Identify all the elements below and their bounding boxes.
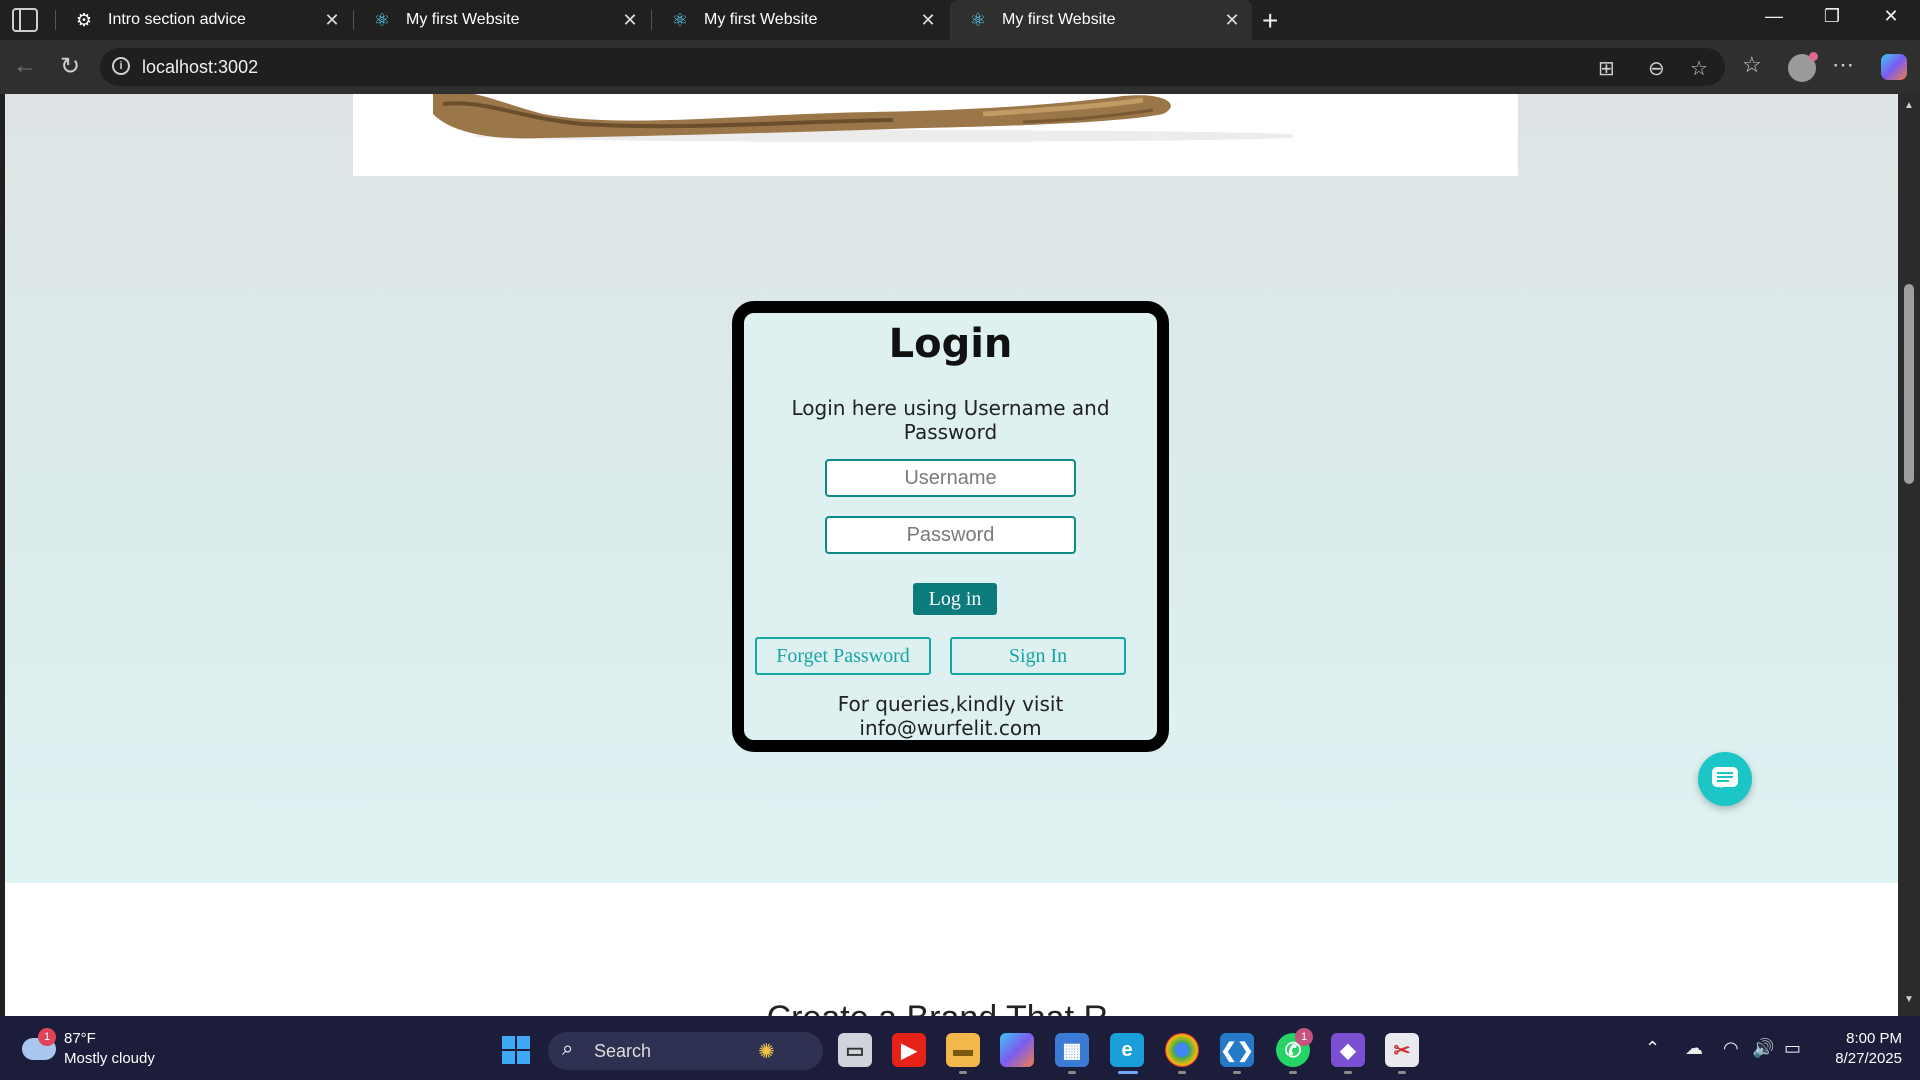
chrome-icon[interactable] (1165, 1033, 1199, 1067)
favorite-star-icon[interactable]: ☆ (1690, 56, 1708, 81)
restore-icon[interactable]: ❐ (1817, 6, 1847, 27)
running-indicator (1178, 1071, 1186, 1074)
username-input[interactable] (825, 459, 1076, 497)
react-icon: ⚛ (969, 9, 987, 30)
react-icon: ⚛ (671, 9, 689, 30)
clock-time[interactable]: 8:00 PM (1822, 1030, 1902, 1047)
windows-logo-pane (517, 1051, 530, 1064)
wifi-icon[interactable]: ◠ (1723, 1038, 1739, 1059)
youtube-icon[interactable]: ▶ (892, 1033, 926, 1067)
browser-toolbar: ← ↻ i localhost:3002 ⊞ ⊖ ☆ ☆ ⋯ (0, 40, 1920, 94)
page-viewport: Login Login here using Username and Pass… (5, 94, 1898, 1016)
chat-icon-line (1717, 772, 1733, 774)
weather-badge: 1 (38, 1028, 56, 1046)
tab-my-first-website-active[interactable]: ⚛ My first Website ✕ (950, 0, 1252, 40)
queries-contact-text: For queries,kindly visit info@wurfelit.c… (837, 692, 1064, 740)
close-tab-icon[interactable]: ✕ (918, 10, 938, 31)
tab-actions-icon[interactable] (12, 8, 38, 32)
tab-intro-section-advice[interactable]: ⚙ Intro section advice ✕ (56, 0, 352, 40)
react-icon: ⚛ (373, 9, 391, 30)
running-indicator (1068, 1071, 1076, 1074)
forget-password-button[interactable]: Forget Password (755, 637, 931, 675)
running-indicator (1233, 1071, 1241, 1074)
active-indicator (1118, 1071, 1138, 1074)
login-button[interactable]: Log in (913, 583, 997, 615)
windows-taskbar: 1 87°F Mostly cloudy ⌕ Search ✺ ▭ ▶ ▬ ▦ … (0, 1016, 1920, 1080)
weather-temperature[interactable]: 87°F (64, 1030, 96, 1047)
git-tool-icon[interactable]: ◆ (1331, 1033, 1365, 1067)
browser-tab-bar: ⚙ Intro section advice ✕ ⚛ My first Webs… (0, 0, 1920, 40)
refresh-icon[interactable]: ↻ (55, 52, 85, 81)
snipping-tool-icon[interactable]: ✂ (1385, 1033, 1419, 1067)
search-highlight-icon: ✺ (758, 1041, 775, 1063)
windows-logo-pane (502, 1036, 515, 1049)
login-section: Login Login here using Username and Pass… (5, 94, 1898, 883)
site-info-icon[interactable]: i (112, 57, 130, 75)
running-indicator (1344, 1071, 1352, 1074)
profile-status-dot (1809, 52, 1818, 61)
more-options-icon[interactable]: ⋯ (1832, 52, 1854, 78)
new-tab-icon[interactable]: + (1262, 5, 1278, 37)
address-bar[interactable]: i localhost:3002 ⊞ ⊖ ☆ (100, 48, 1725, 86)
scroll-up-icon[interactable]: ▲ (1904, 100, 1914, 111)
chatgpt-icon: ⚙ (75, 9, 93, 30)
microsoft-store-icon[interactable]: ▦ (1055, 1033, 1089, 1067)
vscode-icon[interactable]: ❮❯ (1220, 1033, 1254, 1067)
minimize-icon[interactable]: — (1759, 6, 1789, 27)
login-title: Login (888, 321, 1013, 367)
scroll-down-icon[interactable]: ▼ (1904, 994, 1914, 1005)
chat-button[interactable] (1698, 752, 1752, 806)
copilot-app-icon[interactable] (1000, 1033, 1034, 1067)
login-card: Login Login here using Username and Pass… (732, 301, 1169, 752)
app-available-icon[interactable]: ⊞ (1598, 56, 1615, 81)
start-button[interactable] (502, 1036, 530, 1064)
login-subtitle: Login here using Username and Password (791, 396, 1110, 444)
search-icon: ⌕ (562, 1038, 574, 1060)
reading-mode-icon[interactable]: ⊖ (1648, 56, 1665, 81)
scrollbar-thumb[interactable] (1904, 284, 1914, 484)
close-tab-icon[interactable]: ✕ (620, 10, 640, 31)
favorites-icon[interactable]: ☆ (1742, 52, 1762, 78)
whatsapp-badge: 1 (1295, 1028, 1313, 1046)
back-icon[interactable]: ← (10, 52, 40, 80)
close-window-icon[interactable]: ✕ (1876, 6, 1906, 27)
onedrive-offline-icon[interactable]: ☁ (1685, 1038, 1703, 1059)
page-scrollbar[interactable]: ▲ ▼ (1898, 94, 1920, 1016)
running-indicator (1398, 1071, 1406, 1074)
battery-icon[interactable]: ▭ (1784, 1038, 1801, 1059)
next-section-heading: Create a Brand That R... (5, 999, 1898, 1016)
search-label: Search (594, 1041, 652, 1061)
url-text[interactable]: localhost:3002 (142, 57, 258, 78)
task-view-icon[interactable]: ▭ (838, 1033, 872, 1067)
edge-icon[interactable]: e (1110, 1033, 1144, 1067)
show-hidden-icons-icon[interactable]: ⌃ (1645, 1038, 1660, 1059)
chat-icon (1712, 767, 1738, 788)
clock-date[interactable]: 8/27/2025 (1812, 1050, 1902, 1067)
weather-condition[interactable]: Mostly cloudy (64, 1050, 155, 1067)
chat-icon-line (1717, 780, 1729, 782)
close-tab-icon[interactable]: ✕ (1222, 10, 1242, 31)
taskbar-search[interactable]: ⌕ Search ✺ (548, 1032, 823, 1070)
tab-my-first-website-1[interactable]: ⚛ My first Website ✕ (354, 0, 650, 40)
copilot-icon[interactable] (1881, 54, 1907, 80)
volume-icon[interactable]: 🔊 (1752, 1038, 1774, 1059)
driftwood-image (433, 94, 1293, 142)
running-indicator (959, 1071, 967, 1074)
file-explorer-icon[interactable]: ▬ (946, 1033, 980, 1067)
sign-in-button[interactable]: Sign In (950, 637, 1126, 675)
windows-logo-pane (502, 1051, 515, 1064)
banner-image (353, 94, 1518, 176)
password-input[interactable] (825, 516, 1076, 554)
chat-icon-line (1717, 776, 1733, 778)
running-indicator (1289, 1071, 1297, 1074)
tab-my-first-website-2[interactable]: ⚛ My first Website ✕ (652, 0, 948, 40)
close-tab-icon[interactable]: ✕ (322, 10, 342, 31)
windows-logo-pane (517, 1036, 530, 1049)
